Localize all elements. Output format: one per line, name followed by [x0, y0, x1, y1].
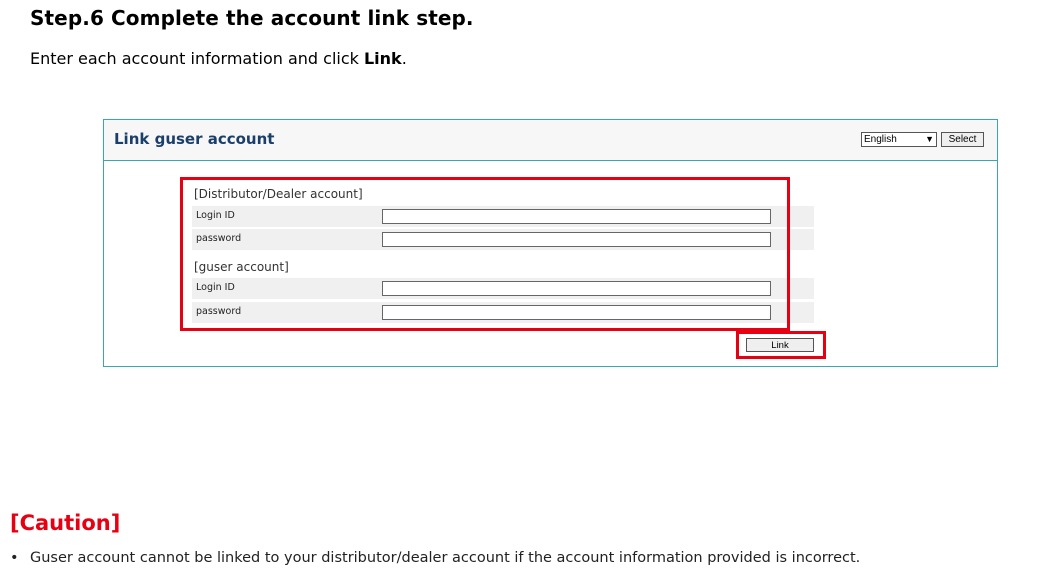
language-select-value: English: [864, 134, 897, 145]
link-button[interactable]: Link: [746, 338, 814, 352]
distributor-login-label: Login ID: [196, 210, 235, 221]
step-title: Step.6 Complete the account link step.: [30, 6, 474, 30]
language-select[interactable]: English ▼: [861, 132, 937, 147]
guser-password-row: password: [192, 302, 814, 323]
step-description-text: Enter each account information and click: [30, 49, 364, 68]
step-description-link-word: Link: [363, 49, 402, 68]
guser-account-heading: [guser account]: [194, 260, 289, 274]
guser-password-label: password: [196, 306, 242, 317]
distributor-login-input[interactable]: [382, 209, 771, 224]
distributor-account-heading: [Distributor/Dealer account]: [194, 187, 363, 201]
panel-header: Link guser account English ▼ Select: [104, 120, 997, 161]
bullet-icon: •: [10, 550, 19, 566]
guser-login-label: Login ID: [196, 282, 235, 293]
select-button[interactable]: Select: [941, 132, 984, 147]
link-account-panel: Link guser account English ▼ Select [Dis…: [103, 119, 998, 367]
caution-title: [Caution]: [10, 511, 121, 535]
chevron-down-icon: ▼: [925, 134, 934, 144]
guser-login-input[interactable]: [382, 281, 771, 296]
guser-password-input[interactable]: [382, 305, 771, 320]
distributor-login-row: Login ID: [192, 206, 814, 227]
distributor-password-input[interactable]: [382, 232, 771, 247]
distributor-password-row: password: [192, 229, 814, 250]
panel-title: Link guser account: [114, 130, 275, 148]
step-description: Enter each account information and click…: [30, 49, 407, 68]
caution-text: Guser account cannot be linked to your d…: [30, 550, 861, 566]
step-description-period: .: [401, 49, 407, 68]
distributor-password-label: password: [196, 233, 242, 244]
caution-item: • Guser account cannot be linked to your …: [10, 550, 860, 566]
guser-login-row: Login ID: [192, 278, 814, 299]
